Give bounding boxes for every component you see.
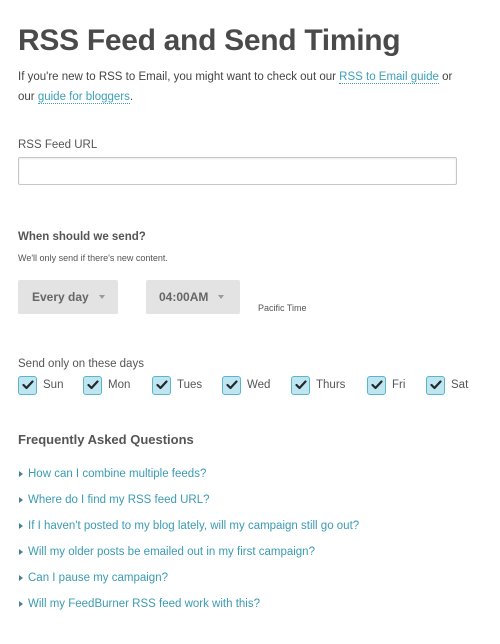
- caret-right-icon: [19, 601, 23, 607]
- checkbox[interactable]: [426, 375, 445, 395]
- checkbox[interactable]: [291, 375, 310, 395]
- intro-suffix: .: [129, 91, 134, 103]
- checkmark-icon: [370, 380, 383, 390]
- day-checkbox-sat[interactable]: Sat: [426, 374, 468, 396]
- checkmark-icon: [225, 380, 238, 390]
- checkbox[interactable]: [152, 375, 171, 395]
- day-label: Mon: [108, 379, 131, 391]
- day-checkbox-group: Sun Mon Tues Wed Thurs Fri Sat: [18, 374, 488, 396]
- faq-heading: Frequently Asked Questions: [18, 432, 194, 447]
- checkmark-icon: [294, 380, 307, 390]
- frequency-select-value: Every day: [32, 290, 89, 304]
- guide-for-bloggers-link[interactable]: guide for bloggers: [37, 91, 130, 104]
- faq-item[interactable]: How can I combine multiple feeds?: [19, 461, 359, 487]
- faq-list: How can I combine multiple feeds? Where …: [19, 461, 359, 617]
- faq-item[interactable]: Where do I find my RSS feed URL?: [19, 487, 359, 513]
- day-checkbox-wed[interactable]: Wed: [222, 374, 270, 396]
- time-select-value: 04:00AM: [159, 290, 209, 304]
- faq-item[interactable]: Can I pause my campaign?: [19, 565, 359, 591]
- faq-question[interactable]: How can I combine multiple feeds?: [28, 468, 206, 480]
- faq-question[interactable]: Where do I find my RSS feed URL?: [28, 494, 210, 506]
- day-checkbox-thurs[interactable]: Thurs: [291, 374, 345, 396]
- chevron-down-icon: [98, 295, 105, 299]
- caret-right-icon: [19, 575, 23, 581]
- day-label: Sun: [43, 379, 64, 391]
- faq-question[interactable]: Will my FeedBurner RSS feed work with th…: [28, 598, 260, 610]
- day-checkbox-fri[interactable]: Fri: [367, 374, 405, 396]
- send-timing-subtext: We'll only send if there's new content.: [18, 253, 168, 263]
- day-checkbox-tues[interactable]: Tues: [152, 374, 202, 396]
- page-title: RSS Feed and Send Timing: [18, 24, 401, 57]
- checkbox[interactable]: [367, 375, 386, 395]
- caret-right-icon: [19, 549, 23, 555]
- intro-prefix: If you're new to RSS to Email, you might…: [18, 71, 340, 83]
- checkbox[interactable]: [18, 375, 37, 395]
- caret-right-icon: [19, 497, 23, 503]
- rss-feed-url-input[interactable]: [18, 157, 457, 185]
- send-days-label: Send only on these days: [18, 358, 144, 370]
- day-checkbox-mon[interactable]: Mon: [83, 374, 130, 396]
- day-checkbox-sun[interactable]: Sun: [18, 374, 63, 396]
- checkmark-icon: [86, 380, 99, 390]
- timezone-label: Pacific Time: [258, 303, 307, 313]
- checkbox[interactable]: [222, 375, 241, 395]
- day-label: Tues: [177, 379, 203, 391]
- day-label: Wed: [247, 379, 271, 391]
- faq-item[interactable]: Will my older posts be emailed out in my…: [19, 539, 359, 565]
- faq-item[interactable]: Will my FeedBurner RSS feed work with th…: [19, 591, 359, 617]
- faq-question[interactable]: If I haven't posted to my blog lately, w…: [28, 520, 359, 532]
- intro-text: If you're new to RSS to Email, you might…: [18, 67, 458, 107]
- faq-question[interactable]: Will my older posts be emailed out in my…: [28, 546, 315, 558]
- send-timing-heading: When should we send?: [18, 231, 146, 243]
- checkmark-icon: [429, 380, 442, 390]
- checkmark-icon: [21, 380, 34, 390]
- frequency-select[interactable]: Every day: [18, 280, 118, 314]
- rss-feed-url-label: RSS Feed URL: [18, 139, 98, 151]
- faq-question[interactable]: Can I pause my campaign?: [28, 572, 168, 584]
- caret-right-icon: [19, 523, 23, 529]
- day-label: Fri: [392, 379, 406, 391]
- time-select[interactable]: 04:00AM: [146, 280, 240, 314]
- day-label: Thurs: [316, 379, 346, 391]
- caret-right-icon: [19, 471, 23, 477]
- rss-to-email-guide-link[interactable]: RSS to Email guide: [339, 71, 439, 84]
- chevron-down-icon: [218, 295, 225, 299]
- faq-item[interactable]: If I haven't posted to my blog lately, w…: [19, 513, 359, 539]
- checkmark-icon: [155, 380, 168, 390]
- checkbox[interactable]: [83, 375, 102, 395]
- day-label: Sat: [451, 379, 469, 391]
